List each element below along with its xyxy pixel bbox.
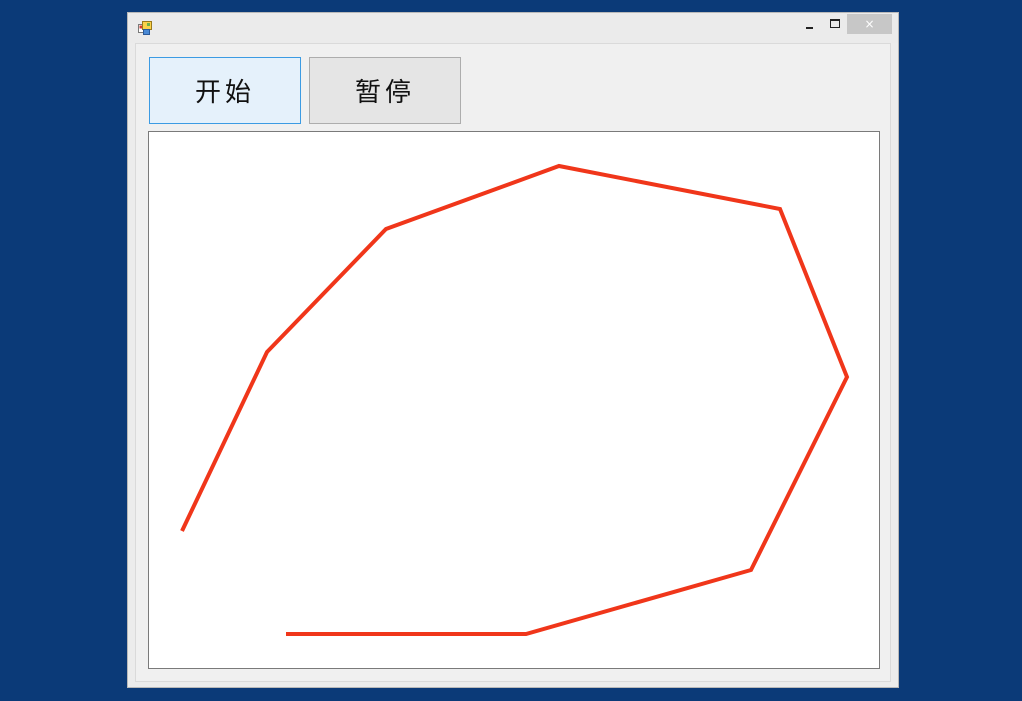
close-icon: × [864,17,875,31]
maximize-icon [830,18,840,28]
pause-button[interactable]: 暂停 [309,57,461,124]
close-button[interactable]: × [847,14,892,34]
maximize-button[interactable] [822,14,848,34]
minimize-button[interactable] [796,14,822,34]
app-window: × 开始 暂停 [127,12,899,688]
drawing-panel[interactable] [148,131,880,669]
title-bar[interactable]: × [128,13,898,43]
drawing-surface [180,163,850,636]
start-button[interactable]: 开始 [149,57,301,124]
form-client-area: 开始 暂停 [135,43,891,682]
minimize-icon [805,27,813,29]
drawn-polyline [180,163,850,636]
app-icon [138,21,152,35]
